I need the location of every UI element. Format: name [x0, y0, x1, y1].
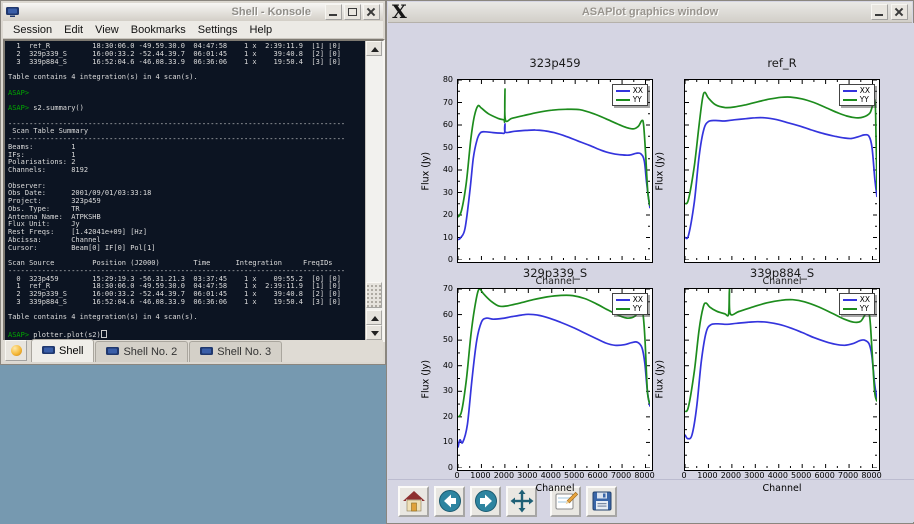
axes-323p459: XXYY: [457, 79, 653, 263]
arrow-up-icon: [371, 316, 379, 321]
y-axis-label: Flux (Jy): [421, 151, 432, 191]
arrow-down-icon: [371, 331, 379, 336]
new-session-button[interactable]: [5, 340, 27, 361]
new-session-icon: [11, 345, 22, 356]
scroll-down-button[interactable]: [366, 325, 382, 340]
y-tick-label: 20: [433, 412, 453, 421]
konsole-window: Shell - Konsole Session Edit View Bookma…: [0, 0, 386, 365]
y-tick-label: 70: [433, 284, 453, 293]
subplot-title-329p339_S: 329p339_S: [457, 266, 653, 280]
series-XX: [458, 314, 650, 447]
menu-edit[interactable]: Edit: [58, 23, 89, 37]
home-button[interactable]: [398, 486, 429, 517]
menu-help[interactable]: Help: [244, 23, 279, 37]
maximize-button[interactable]: [344, 4, 361, 20]
menu-view[interactable]: View: [89, 23, 125, 37]
y-tick-label: 20: [433, 210, 453, 219]
y-tick-label: 50: [433, 335, 453, 344]
subplot-title-339p884_S: 339p884_S: [684, 266, 880, 280]
subplot-title-ref_R: ref_R: [684, 56, 880, 70]
legend: XXYY: [612, 84, 648, 106]
axes-ref_R: XXYY: [684, 79, 880, 263]
terminal-scrollbar[interactable]: [365, 41, 383, 340]
shell-tab-icon: [200, 347, 213, 357]
series-XX: [458, 124, 650, 240]
asaplot-titlebar[interactable]: X ASAPlot graphics window: [388, 2, 912, 23]
axes-339p884_S: XXYY: [684, 288, 880, 471]
y-tick-label: 30: [433, 386, 453, 395]
subplot-title-323p459: 323p459: [457, 56, 653, 70]
y-tick-label: 10: [433, 233, 453, 242]
close-button[interactable]: [891, 4, 908, 20]
legend: XXYY: [839, 293, 875, 315]
shell-tab-icon: [42, 346, 55, 356]
arrow-up-icon: [371, 47, 379, 52]
konsole-app-icon: [6, 7, 19, 17]
menu-session[interactable]: Session: [7, 23, 58, 37]
asaplot-window-title: ASAPlot graphics window: [388, 6, 912, 18]
series-YY: [458, 89, 650, 217]
x-axis-label: Channel: [684, 483, 880, 494]
tab-shell-2[interactable]: Shell No. 2: [95, 341, 188, 362]
konsole-tabbar: Shell Shell No. 2 Shell No. 3: [3, 340, 383, 362]
menu-bookmarks[interactable]: Bookmarks: [125, 23, 192, 37]
minimize-button[interactable]: [325, 4, 342, 20]
terminal-text: 1 ref_R 18:30:06.0 -49.59.30.0 04:47:58 …: [8, 43, 365, 340]
home-icon: [402, 489, 426, 513]
tab-shell-3[interactable]: Shell No. 3: [189, 341, 282, 362]
scroll-up-button[interactable]: [366, 41, 382, 56]
menu-settings[interactable]: Settings: [192, 23, 244, 37]
y-axis-label: Flux (Jy): [421, 359, 432, 399]
y-tick-label: 10: [433, 437, 453, 446]
series-YY: [685, 92, 877, 203]
y-tick-label: 70: [433, 98, 453, 107]
y-tick-label: 30: [433, 188, 453, 197]
legend: XXYY: [612, 293, 648, 315]
series-XX: [685, 118, 877, 239]
series-XX: [685, 322, 877, 439]
asaplot-window: X ASAPlot graphics window 323p459 Flux (…: [386, 0, 914, 524]
tab-shell[interactable]: Shell: [31, 339, 94, 362]
scroll-up-button-2[interactable]: [366, 310, 382, 325]
konsole-titlebar[interactable]: Shell - Konsole: [3, 3, 383, 21]
y-tick-label: 40: [433, 361, 453, 370]
y-tick-label: 60: [433, 120, 453, 129]
y-axis-label: Flux (Jy): [655, 151, 666, 191]
y-tick-label: 0: [433, 255, 453, 264]
axes-329p339_S: XXYY: [457, 288, 653, 471]
terminal-viewport[interactable]: 1 ref_R 18:30:06.0 -49.59.30.0 04:47:58 …: [3, 39, 385, 342]
y-tick-label: 60: [433, 310, 453, 319]
close-button[interactable]: [363, 4, 380, 20]
minimize-button[interactable]: [871, 4, 888, 20]
y-tick-label: 80: [433, 75, 453, 84]
shell-tab-icon: [106, 347, 119, 357]
y-axis-label: Flux (Jy): [655, 359, 666, 399]
y-tick-label: 40: [433, 165, 453, 174]
legend: XXYY: [839, 84, 875, 106]
figure-canvas[interactable]: 323p459 Flux (Jy) Channel XXYY ref_R Flu…: [388, 23, 914, 481]
konsole-window-title: Shell - Konsole: [232, 6, 311, 18]
scroll-thumb[interactable]: [366, 282, 382, 308]
x-axis-label: Channel: [457, 483, 653, 494]
y-tick-label: 50: [433, 143, 453, 152]
konsole-menubar: Session Edit View Bookmarks Settings Hel…: [3, 21, 383, 39]
